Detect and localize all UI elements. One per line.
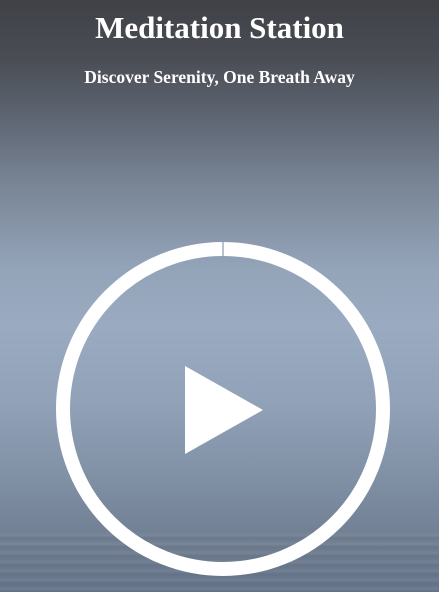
play-button[interactable] [54, 240, 392, 578]
progress-ring [56, 242, 390, 576]
play-icon [185, 366, 263, 454]
page-title: Meditation Station [95, 10, 344, 45]
page-subtitle: Discover Serenity, One Breath Away [84, 67, 355, 87]
